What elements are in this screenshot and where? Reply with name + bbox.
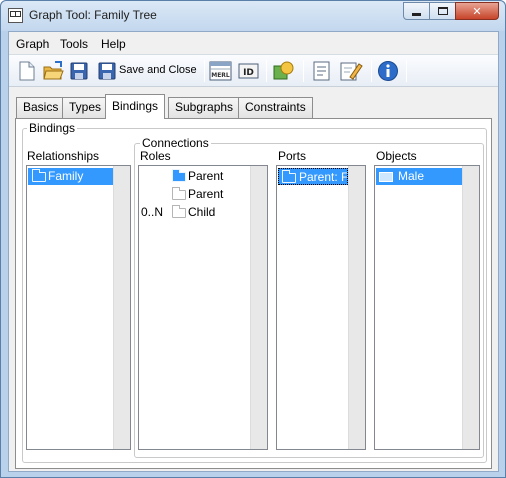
object-item-male[interactable]: Male [376,168,462,185]
title-bar[interactable]: Graph Tool: Family Tree ✕ [1,1,505,31]
window-title: Graph Tool: Family Tree [29,8,157,22]
save-icon[interactable] [69,60,89,82]
info-icon[interactable] [377,60,399,82]
objects-scrollbar[interactable] [462,166,479,449]
toolbar-separator [371,60,372,82]
merl-icon[interactable]: MERL [209,60,233,82]
id-icon[interactable]: ID [238,60,260,82]
app-icon[interactable] [8,8,23,23]
toolbar-separator [204,60,205,82]
roles-list[interactable]: Parent Parent 0..N Child [138,165,268,450]
menu-tools[interactable]: Tools [60,37,88,51]
ports-label: Ports [278,149,307,163]
tab-basics[interactable]: Basics [16,97,66,118]
save-and-close-icon[interactable] [97,60,117,82]
application-window: Graph Tool: Family Tree ✕ Graph Tools He… [0,0,506,478]
open-folder-icon[interactable] [42,60,64,82]
id-icon-text: ID [243,68,254,78]
close-button[interactable]: ✕ [455,2,499,20]
toolbar-separator [266,60,267,82]
tab-subgraphs[interactable]: Subgraphs [168,97,241,118]
objects-list[interactable]: Male [374,165,480,450]
menu-graph[interactable]: Graph [16,37,49,51]
role-item[interactable]: 0..N Child [140,204,250,221]
port-item[interactable]: Parent: F [278,168,348,185]
minimize-button[interactable] [403,2,430,20]
new-document-icon[interactable] [17,60,37,82]
folder-icon [282,170,296,183]
relationships-list[interactable]: Family [26,165,131,450]
edit-icon[interactable] [339,60,363,82]
toolbar-separator [303,60,304,82]
save-and-close-button[interactable]: Save and Close [119,64,197,76]
role-item[interactable]: Parent [140,186,250,203]
relationships-label: Relationships [27,149,100,163]
folder-icon [32,169,46,182]
client-area: Graph Tools Help Save and Close MERL ID … [8,31,499,472]
shapes-icon[interactable] [272,60,296,82]
folder-icon [172,169,186,182]
role-item-selected: Parent [168,168,250,185]
toolbar-separator [406,60,407,82]
objects-label: Objects [376,149,417,163]
ports-list[interactable]: Parent: F [276,165,366,450]
folder-icon [172,187,186,200]
tab-types[interactable]: Types [62,97,109,118]
properties-icon[interactable] [311,60,333,82]
minimize-icon [412,12,421,16]
close-icon: ✕ [472,5,482,18]
relationship-item-family[interactable]: Family [28,168,113,185]
folder-icon [172,205,186,218]
tab-constraints[interactable]: Constraints [238,97,313,118]
bindings-panel: Bindings Relationships Family Connection… [15,118,492,469]
menu-bar: Graph Tools Help [9,32,498,54]
relationships-scrollbar[interactable] [113,166,130,449]
menu-help[interactable]: Help [101,37,126,51]
toolbar: Save and Close MERL ID [9,54,498,87]
bindings-group-label: Bindings [27,121,78,135]
ports-scrollbar[interactable] [348,166,365,449]
roles-scrollbar[interactable] [250,166,267,449]
maximize-button[interactable] [429,2,456,20]
role-item[interactable]: Parent [140,168,250,185]
merl-icon-text: MERL [211,72,230,79]
tab-bindings[interactable]: Bindings [105,94,166,119]
connections-group-label: Connections [140,136,211,150]
object-icon [379,172,393,182]
maximize-icon [437,7,448,15]
roles-label: Roles [140,149,171,163]
